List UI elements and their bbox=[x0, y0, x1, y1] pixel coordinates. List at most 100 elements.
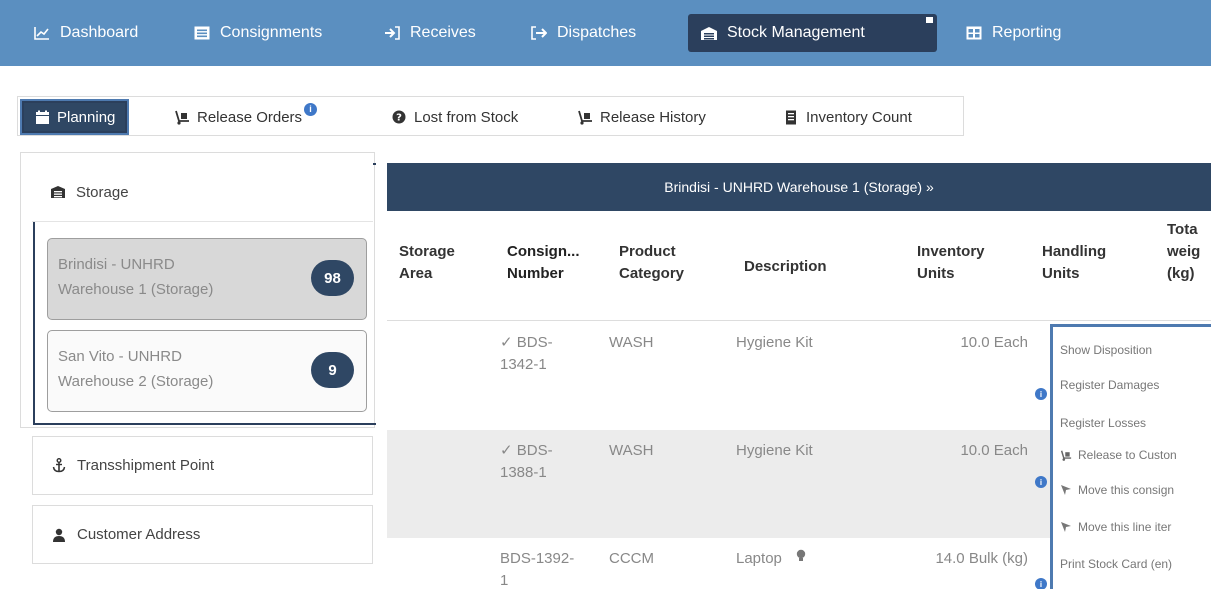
col-consignment-number[interactable]: Consign... Number bbox=[507, 241, 580, 285]
line-chart-icon bbox=[33, 24, 51, 42]
col-text: Units bbox=[917, 265, 955, 282]
user-icon bbox=[51, 527, 67, 543]
col-text: (kg) bbox=[1167, 265, 1195, 282]
warehouse-table-header[interactable]: Brindisi - UNHRD Warehouse 1 (Storage) » bbox=[387, 163, 1211, 211]
nav-label: Dashboard bbox=[60, 24, 139, 41]
tab-planning[interactable]: Planning bbox=[19, 99, 130, 135]
tab-label: Release History bbox=[600, 108, 706, 126]
description: Hygiene Kit bbox=[736, 334, 813, 351]
nav-consignments[interactable]: Consignments bbox=[193, 14, 322, 52]
col-text: Inventory bbox=[917, 243, 985, 260]
top-navbar: Dashboard Consignments Receives Dispatch… bbox=[0, 0, 1211, 66]
dolly-icon bbox=[577, 109, 593, 125]
nav-label: Dispatches bbox=[557, 24, 637, 41]
nav-stock-management[interactable]: Stock Management bbox=[688, 14, 937, 52]
col-product-category[interactable]: Product Category bbox=[619, 241, 684, 285]
transshipment-point-link[interactable]: Transshipment Point bbox=[32, 436, 373, 495]
warehouse-count-badge: 9 bbox=[311, 352, 354, 388]
dolly-icon bbox=[1060, 449, 1072, 461]
description: Hygiene Kit bbox=[736, 442, 813, 459]
table-column-headers: Storage Area Consign... Number Product C… bbox=[387, 211, 1211, 321]
col-handling-units[interactable]: Handling Units bbox=[1042, 241, 1106, 285]
storage-label: Storage bbox=[76, 183, 129, 201]
cell-text: 1388-1 bbox=[500, 464, 547, 481]
tab-lost-from-stock[interactable]: ? Lost from Stock bbox=[391, 97, 518, 137]
menu-item-print-stock-card[interactable]: Print Stock Card (en) bbox=[1060, 557, 1172, 571]
sign-in-icon bbox=[383, 24, 401, 42]
nav-reporting[interactable]: Reporting bbox=[965, 14, 1061, 52]
sub-tab-bar: Planning Release Orders i ? Lost from St… bbox=[17, 96, 964, 136]
col-text: Category bbox=[619, 265, 685, 282]
menu-item-register-damages[interactable]: Register Damages bbox=[1060, 378, 1159, 392]
customer-label: Customer Address bbox=[77, 526, 201, 543]
tab-inventory-count[interactable]: Inventory Count bbox=[783, 97, 912, 137]
customer-address-link[interactable]: Customer Address bbox=[32, 505, 373, 564]
info-icon[interactable]: i bbox=[1035, 388, 1047, 400]
menu-label: Register Damages bbox=[1060, 378, 1160, 392]
col-description[interactable]: Description bbox=[744, 256, 827, 278]
menu-label: Show Disposition bbox=[1060, 343, 1153, 357]
warehouse-count-badge: 98 bbox=[311, 260, 354, 296]
cell-text: 1 bbox=[500, 572, 509, 589]
product-category: WASH bbox=[609, 334, 654, 351]
warehouse-icon bbox=[700, 24, 718, 42]
calendar-icon bbox=[34, 109, 50, 125]
nav-label: Receives bbox=[410, 24, 476, 41]
menu-label: Move this line iter bbox=[1078, 520, 1172, 534]
warehouse-item-brindisi[interactable]: Brindisi - UNHRD Warehouse 1 (Storage) 9… bbox=[47, 238, 367, 320]
move-icon bbox=[1060, 521, 1072, 533]
notification-dot bbox=[926, 17, 933, 23]
col-text: Description bbox=[744, 258, 827, 275]
lightbulb-icon[interactable] bbox=[796, 548, 806, 570]
description-cell: Laptop bbox=[736, 548, 806, 570]
warehouse-item-san-vito[interactable]: San Vito - UNHRD Warehouse 2 (Storage) 9 bbox=[47, 330, 367, 412]
col-text: Product bbox=[619, 243, 676, 260]
col-text: Storage bbox=[399, 243, 455, 260]
inventory-units: 10.0 Each bbox=[960, 442, 1028, 459]
col-inventory-units[interactable]: Inventory Units bbox=[917, 241, 985, 285]
menu-item-show-disposition[interactable]: Show Disposition bbox=[1060, 343, 1152, 357]
transshipment-label: Transshipment Point bbox=[77, 457, 215, 474]
menu-item-release-to-customer[interactable]: Release to Custon bbox=[1060, 448, 1177, 462]
consignment-number[interactable]: ✓ BDS- 1388-1 bbox=[500, 440, 553, 484]
info-icon[interactable]: i bbox=[1035, 476, 1047, 488]
tab-label: Planning bbox=[57, 108, 116, 126]
product-category: WASH bbox=[609, 442, 654, 459]
menu-item-move-consignment[interactable]: Move this consign bbox=[1060, 483, 1174, 497]
tab-label: Release Orders bbox=[197, 108, 303, 126]
menu-item-move-line-item[interactable]: Move this line iter bbox=[1060, 520, 1171, 534]
nav-label: Consignments bbox=[220, 24, 323, 41]
menu-item-register-losses[interactable]: Register Losses bbox=[1060, 416, 1146, 430]
col-text: Consign... bbox=[507, 243, 580, 260]
anchor-icon bbox=[51, 458, 67, 474]
storage-header[interactable]: Storage bbox=[32, 163, 373, 222]
question-circle-icon: ? bbox=[391, 109, 407, 125]
inventory-units: 10.0 Each bbox=[960, 334, 1028, 351]
col-storage-area[interactable]: Storage Area bbox=[399, 241, 455, 285]
cell-text: ✓ BDS- bbox=[500, 334, 553, 351]
inventory-units: 14.0 Bulk (kg) bbox=[935, 550, 1028, 567]
nav-dispatches[interactable]: Dispatches bbox=[530, 14, 636, 52]
col-total-weight[interactable]: Tota weig (kg) bbox=[1167, 219, 1200, 285]
svg-text:?: ? bbox=[396, 113, 402, 124]
table-icon bbox=[965, 24, 983, 42]
consignment-number[interactable]: ✓ BDS- 1342-1 bbox=[500, 332, 553, 376]
info-icon[interactable]: i bbox=[1035, 578, 1047, 589]
nav-dashboard[interactable]: Dashboard bbox=[33, 14, 138, 52]
tab-release-orders[interactable]: Release Orders i bbox=[174, 97, 318, 137]
cell-text: ✓ BDS- bbox=[500, 442, 553, 459]
nav-receives[interactable]: Receives bbox=[383, 14, 476, 52]
cell-text: 1342-1 bbox=[500, 356, 547, 373]
col-text: Handling bbox=[1042, 243, 1107, 260]
consignment-number[interactable]: BDS-1392- 1 bbox=[500, 548, 574, 589]
nav-label: Reporting bbox=[992, 24, 1062, 41]
col-text: Area bbox=[399, 265, 433, 282]
warehouse-table-title: Brindisi - UNHRD Warehouse 1 (Storage) » bbox=[664, 179, 934, 195]
list-alt-icon bbox=[193, 24, 211, 42]
menu-label: Release to Custon bbox=[1078, 448, 1177, 462]
dolly-icon bbox=[174, 109, 190, 125]
tab-label: Lost from Stock bbox=[414, 108, 519, 126]
sign-out-icon bbox=[530, 24, 548, 42]
menu-label: Move this consign bbox=[1078, 483, 1175, 497]
tab-release-history[interactable]: Release History bbox=[577, 97, 706, 137]
